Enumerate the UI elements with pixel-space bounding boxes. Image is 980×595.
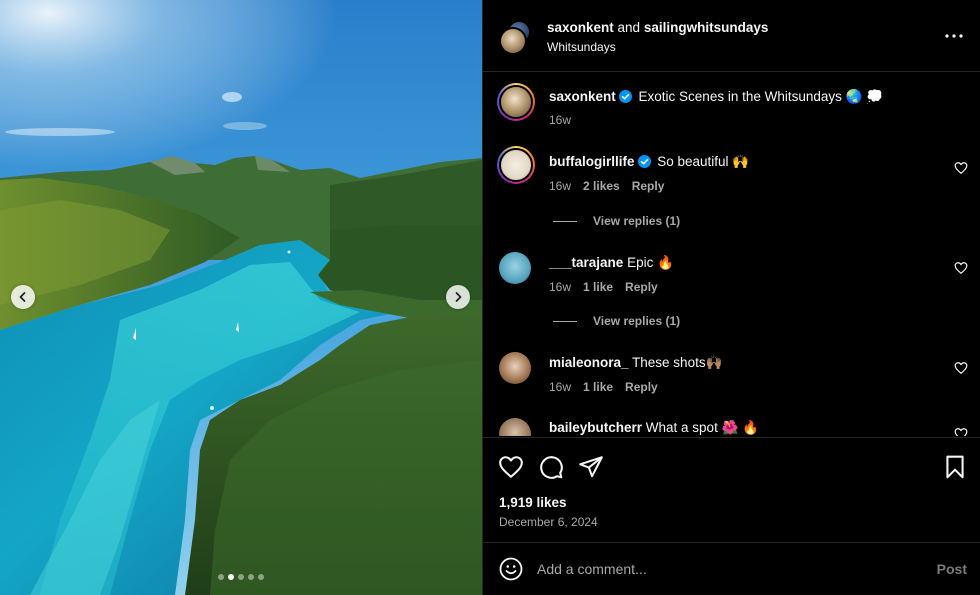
comment-time[interactable]: 16w bbox=[549, 280, 571, 294]
more-options-button[interactable] bbox=[944, 26, 964, 46]
view-replies-button[interactable]: View replies (1) bbox=[553, 214, 680, 228]
carousel-next-button[interactable] bbox=[446, 285, 470, 309]
location-link[interactable]: Whitsundays bbox=[547, 40, 616, 54]
carousel-dot bbox=[248, 574, 254, 580]
post-actions: 1,919 likes December 6, 2024 bbox=[483, 437, 980, 542]
comment-body: What a spot 🌺 🔥 bbox=[642, 420, 759, 435]
share-icon[interactable] bbox=[578, 454, 604, 480]
comment-composer: Post bbox=[483, 542, 980, 595]
caption-body: Exotic Scenes in the Whitsundays 🌏 💭 bbox=[634, 89, 884, 104]
comment-time[interactable]: 16w bbox=[549, 380, 571, 394]
author-username[interactable]: saxonkent bbox=[547, 20, 614, 35]
commenter-avatar[interactable] bbox=[499, 252, 531, 284]
caption-meta: 16w bbox=[549, 113, 571, 127]
carousel-dots bbox=[218, 574, 264, 580]
carousel-dot bbox=[238, 574, 244, 580]
commenter-avatar[interactable] bbox=[499, 352, 531, 384]
collab-avatars[interactable] bbox=[499, 20, 539, 56]
comment-meta: 16w 2 likes Reply bbox=[549, 179, 664, 193]
caption-username[interactable]: saxonkent bbox=[549, 89, 616, 104]
commenter-username[interactable]: ___tarajane bbox=[549, 255, 623, 270]
bookmark-icon[interactable] bbox=[942, 454, 968, 480]
caption-text: saxonkent Exotic Scenes in the Whitsunda… bbox=[549, 88, 883, 106]
comment-text: mialeonora_ These shots🙌🏽 bbox=[549, 354, 722, 372]
comments-list[interactable]: saxonkent Exotic Scenes in the Whitsunda… bbox=[483, 73, 980, 436]
carousel-dot bbox=[218, 574, 224, 580]
comment-time[interactable]: 16w bbox=[549, 179, 571, 193]
carousel-prev-button[interactable] bbox=[11, 285, 35, 309]
comment-likes[interactable]: 1 like bbox=[583, 280, 613, 294]
post-side-panel: saxonkent and sailingwhitsundays Whitsun… bbox=[482, 0, 980, 595]
reply-button[interactable]: Reply bbox=[632, 179, 665, 193]
header-usernames: saxonkent and sailingwhitsundays bbox=[547, 20, 768, 35]
caption-time[interactable]: 16w bbox=[549, 113, 571, 127]
author-avatar[interactable] bbox=[499, 27, 527, 55]
commenter-avatar[interactable] bbox=[499, 418, 531, 436]
post-modal: saxonkent and sailingwhitsundays Whitsun… bbox=[0, 0, 980, 595]
heart-icon[interactable] bbox=[954, 261, 968, 275]
commenter-username[interactable]: buffalogirllife bbox=[549, 154, 635, 169]
commenter-username[interactable]: mialeonora_ bbox=[549, 355, 629, 370]
likes-count[interactable]: 1,919 likes bbox=[499, 495, 567, 510]
commenter-username[interactable]: baileybutcherr bbox=[549, 420, 642, 435]
view-replies-button[interactable]: View replies (1) bbox=[553, 314, 680, 328]
reply-button[interactable]: Reply bbox=[625, 380, 658, 394]
heart-icon[interactable] bbox=[954, 427, 968, 436]
collaborator-username[interactable]: sailingwhitsundays bbox=[644, 20, 769, 35]
heart-icon[interactable] bbox=[954, 361, 968, 375]
post-date[interactable]: December 6, 2024 bbox=[499, 515, 598, 529]
commenter-avatar[interactable] bbox=[497, 146, 535, 184]
comment-input[interactable] bbox=[537, 557, 907, 581]
heart-icon[interactable] bbox=[498, 454, 524, 480]
comment-text: baileybutcherr What a spot 🌺 🔥 bbox=[549, 419, 759, 436]
view-replies-label: View replies (1) bbox=[593, 314, 681, 328]
view-replies-label: View replies (1) bbox=[593, 214, 681, 228]
reply-button[interactable]: Reply bbox=[625, 280, 658, 294]
comment-body: Epic 🔥 bbox=[623, 255, 674, 270]
replies-line bbox=[553, 320, 577, 322]
verified-icon bbox=[637, 155, 651, 168]
chevron-right-icon bbox=[455, 292, 462, 302]
carousel-dot bbox=[258, 574, 264, 580]
chevron-left-icon bbox=[19, 292, 26, 302]
comment-body: So beautiful 🙌 bbox=[653, 154, 750, 169]
carousel-dot bbox=[228, 574, 234, 580]
comment-text: buffalogirllife So beautiful 🙌 bbox=[549, 153, 749, 171]
collab-connector: and bbox=[613, 20, 644, 35]
replies-line bbox=[553, 220, 577, 222]
comment-meta: 16w 1 like Reply bbox=[549, 280, 658, 294]
verified-icon bbox=[618, 90, 632, 103]
more-icon bbox=[945, 34, 963, 38]
emoji-icon[interactable] bbox=[499, 557, 523, 581]
comment-meta: 16w 1 like Reply bbox=[549, 380, 658, 394]
landscape-image bbox=[0, 0, 482, 595]
comment-icon[interactable] bbox=[538, 454, 564, 480]
comment-likes[interactable]: 2 likes bbox=[583, 179, 620, 193]
comment-likes[interactable]: 1 like bbox=[583, 380, 613, 394]
caption-avatar[interactable] bbox=[497, 83, 535, 121]
heart-icon[interactable] bbox=[954, 161, 968, 175]
comment-body: These shots🙌🏽 bbox=[628, 355, 723, 370]
post-photo bbox=[0, 0, 482, 595]
post-header: saxonkent and sailingwhitsundays Whitsun… bbox=[483, 0, 980, 72]
post-comment-button[interactable]: Post bbox=[937, 561, 967, 577]
comment-text: ___tarajane Epic 🔥 bbox=[549, 254, 674, 272]
